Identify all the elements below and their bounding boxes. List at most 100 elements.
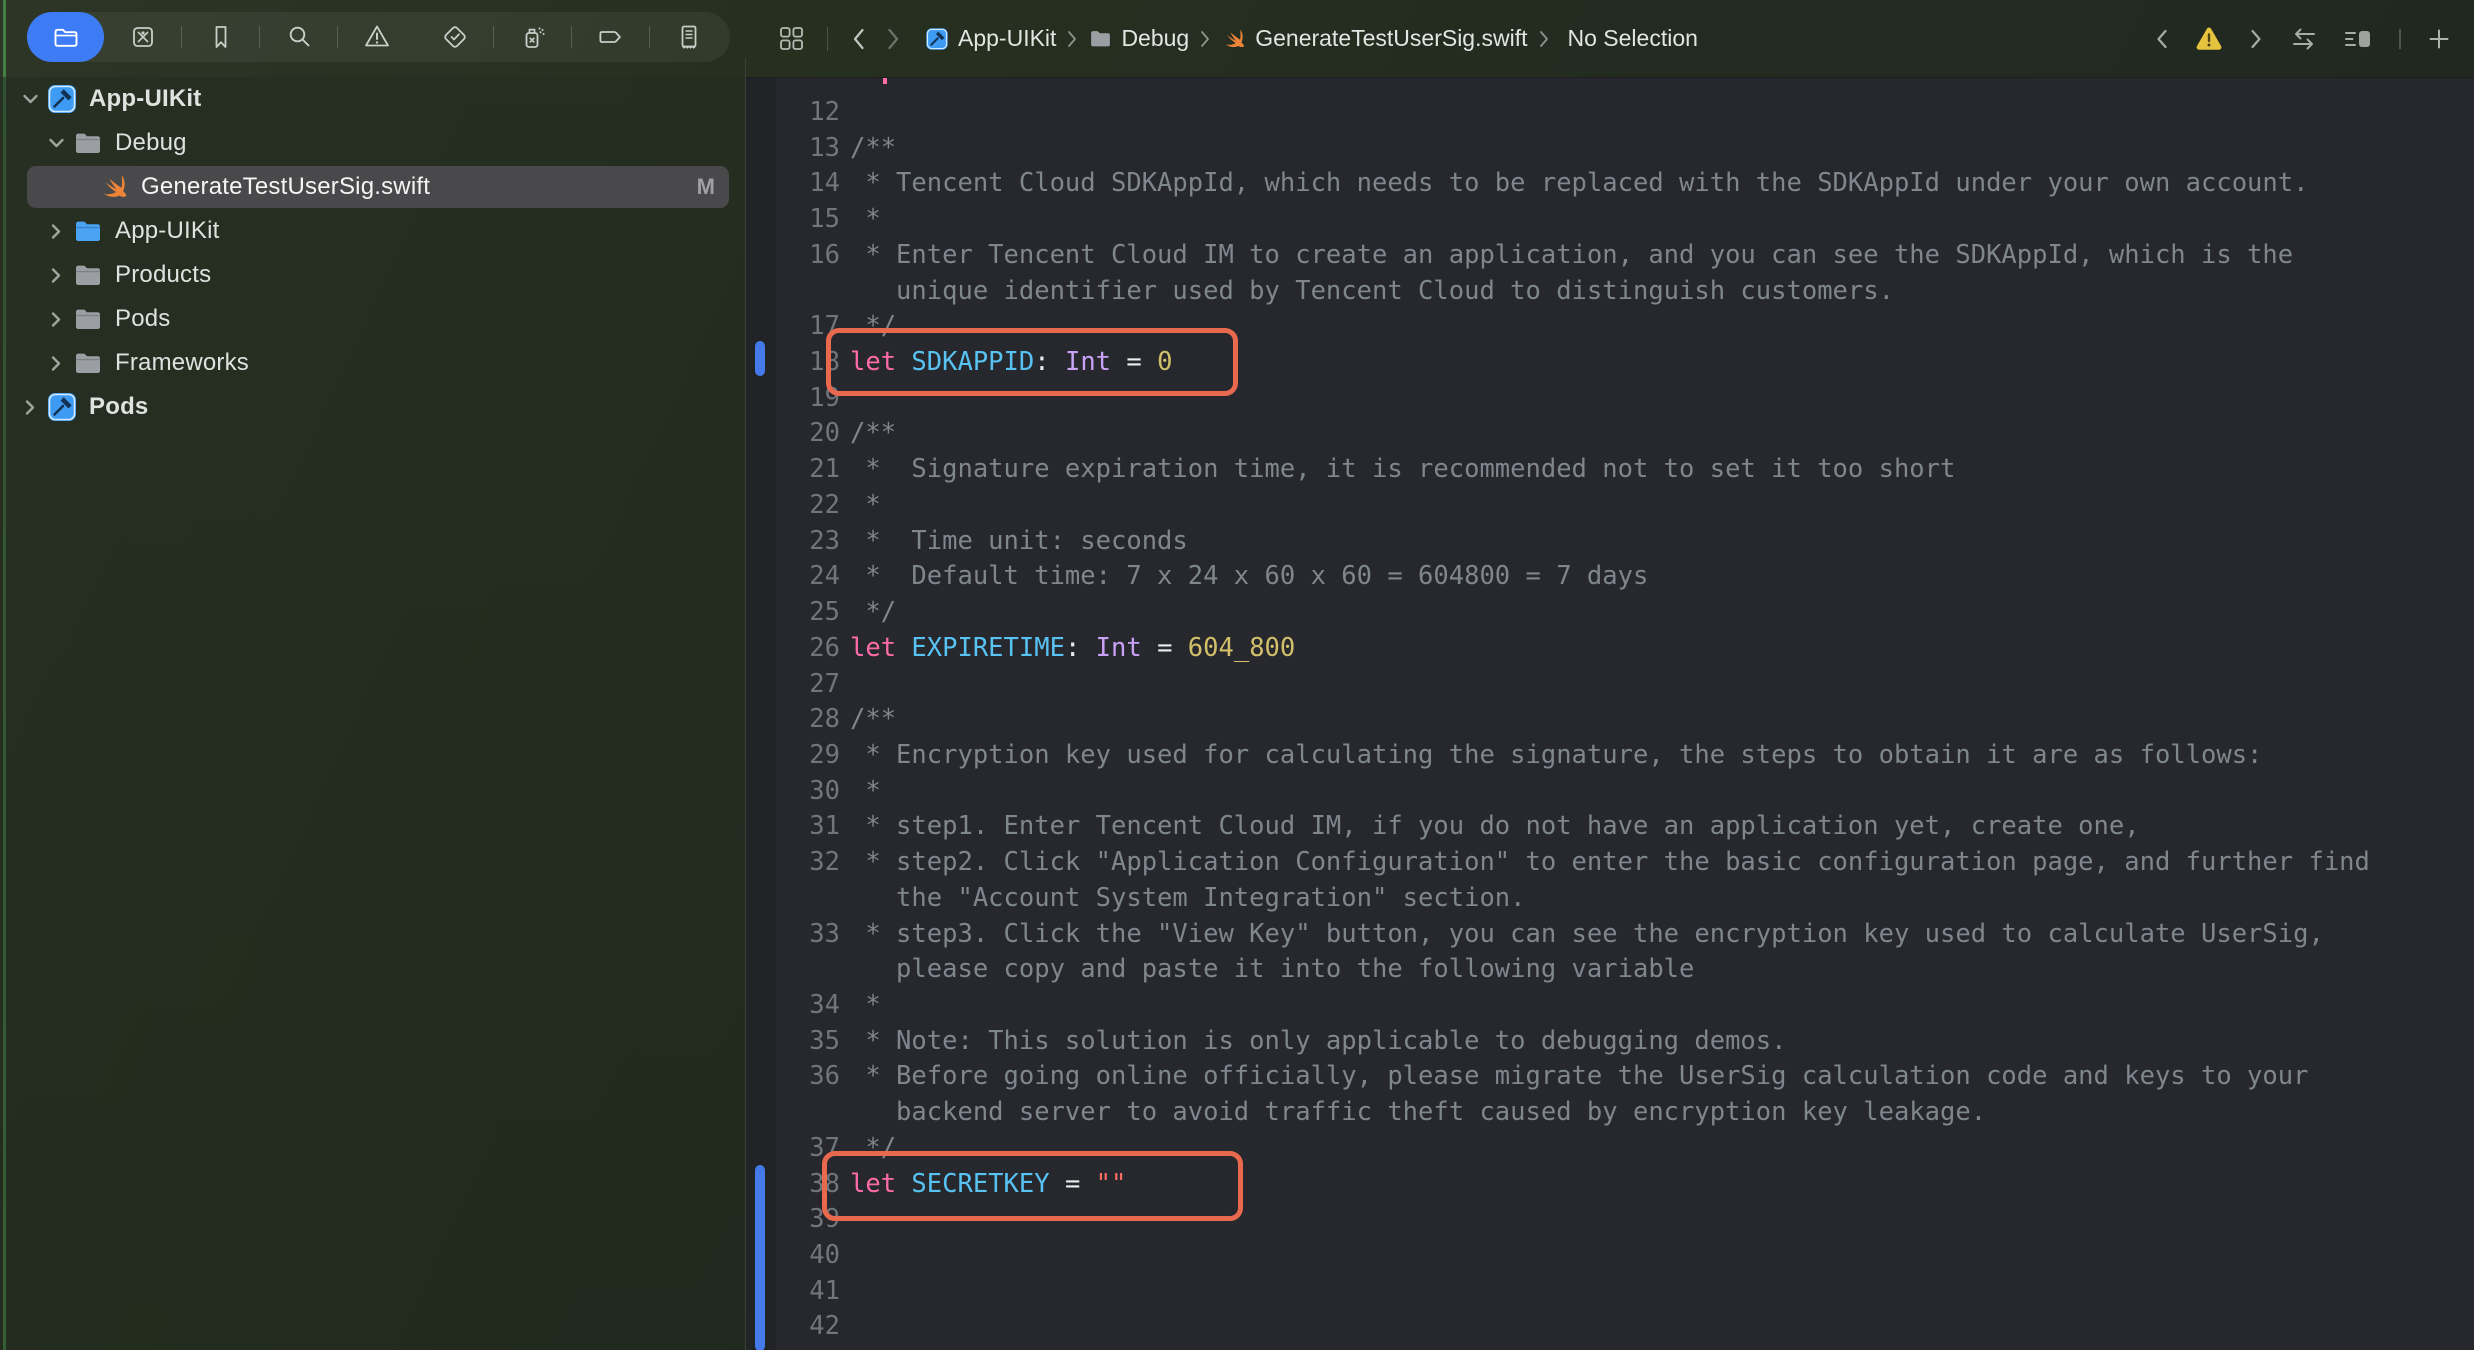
breakpoints-navigator-tag-icon[interactable] bbox=[572, 12, 650, 62]
sidebar-item-pods[interactable]: Pods bbox=[0, 297, 745, 341]
breadcrumb-item-no-selection[interactable]: No Selection bbox=[1560, 25, 1698, 52]
code-line-29: 29 * Encryption key used for calculating… bbox=[746, 737, 2474, 773]
related-items-grid-icon[interactable] bbox=[772, 25, 811, 52]
next-issue-icon[interactable] bbox=[2240, 27, 2272, 51]
editor-options-icon[interactable] bbox=[2336, 25, 2380, 53]
code-line-32: 32 * step2. Click "Application Configura… bbox=[746, 844, 2474, 880]
folder-gray-icon bbox=[71, 258, 105, 292]
sidebar-item-products[interactable]: Products bbox=[0, 253, 745, 297]
code-text: * step2. Click "Application Configuratio… bbox=[850, 844, 2370, 880]
project-navigator-tree: App-UIKit Debug GenerateTestUserSig.swiftM… bbox=[0, 77, 745, 1350]
tree-item-label: Debug bbox=[115, 129, 187, 157]
tree-item-label: GenerateTestUserSig.swift bbox=[141, 173, 430, 201]
chevron-right-icon[interactable] bbox=[46, 267, 66, 284]
code-text: * Encryption key used for calculating th… bbox=[850, 737, 2262, 773]
code-text: * Note: This solution is only applicable… bbox=[850, 1023, 1787, 1059]
mini-folder-icon bbox=[1088, 26, 1113, 51]
tree-item-label: App-UIKit bbox=[89, 85, 201, 113]
code-text: * Enter Tencent Cloud IM to create an ap… bbox=[850, 237, 2293, 273]
code-text: /** bbox=[850, 415, 896, 451]
breadcrumb: App-UIKit Debug GenerateTestUserSig.swift N… bbox=[924, 25, 1698, 52]
issue-warning-icon[interactable] bbox=[2188, 25, 2230, 53]
debug-navigator-spray-icon[interactable] bbox=[494, 12, 572, 62]
code-text: * bbox=[850, 987, 881, 1023]
changes-navigator-changes-icon[interactable] bbox=[104, 12, 182, 62]
find-navigator-search-icon[interactable] bbox=[260, 12, 338, 62]
project-icon bbox=[45, 82, 79, 116]
line-number: 33 bbox=[774, 916, 840, 952]
code-text: /** bbox=[850, 701, 896, 737]
code-line-40: 40 bbox=[746, 1237, 2474, 1273]
code-line-26: 26let EXPIRETIME: Int = 604_800 bbox=[746, 630, 2474, 666]
bookmarks-navigator-bookmark-icon[interactable] bbox=[182, 12, 260, 62]
code-text: * Before going online officially, please… bbox=[850, 1058, 2308, 1094]
tree-item-label: App-UIKit bbox=[115, 217, 220, 245]
line-number: 40 bbox=[774, 1237, 840, 1273]
chevron-right-icon[interactable] bbox=[20, 399, 40, 416]
tests-navigator-test-icon[interactable] bbox=[416, 12, 494, 62]
chevron-right-icon[interactable] bbox=[46, 311, 66, 328]
sidebar-item-app-uikit[interactable]: App-UIKit bbox=[0, 77, 745, 121]
chevron-right-icon[interactable] bbox=[46, 355, 66, 372]
code-line-41: 41 bbox=[746, 1273, 2474, 1309]
breadcrumb-item-debug[interactable]: Debug bbox=[1088, 25, 1189, 52]
line-number: 15 bbox=[774, 201, 840, 237]
go-forward-icon[interactable] bbox=[876, 26, 910, 52]
mini-swift-icon bbox=[1221, 26, 1247, 52]
code-line-15: 15 * bbox=[746, 201, 2474, 237]
project-navigator-folder-icon[interactable] bbox=[27, 12, 104, 62]
sidebar-item-app-uikit[interactable]: App-UIKit bbox=[0, 209, 745, 253]
code-line-25: 25 */ bbox=[746, 594, 2474, 630]
annotation-box-sdkappid bbox=[826, 328, 1238, 396]
add-editor-icon[interactable] bbox=[2420, 26, 2458, 52]
line-number: 29 bbox=[774, 737, 840, 773]
sidebar-item-generatetestusersig-swift[interactable]: GenerateTestUserSig.swiftM bbox=[0, 165, 745, 209]
swift-icon bbox=[97, 170, 131, 204]
code-line-30: 30 * bbox=[746, 773, 2474, 809]
line-number: 12 bbox=[774, 94, 840, 130]
chevron-right-icon[interactable] bbox=[46, 223, 66, 240]
line-number: 35 bbox=[774, 1023, 840, 1059]
code-text: */ bbox=[850, 594, 896, 630]
sidebar-item-pods[interactable]: Pods bbox=[0, 385, 745, 429]
line-number: 24 bbox=[774, 558, 840, 594]
sidebar-item-frameworks[interactable]: Frameworks bbox=[0, 341, 745, 385]
line-number: 32 bbox=[774, 844, 840, 880]
reports-navigator-report-icon[interactable] bbox=[650, 12, 728, 62]
code-text: * Tencent Cloud SDKAppId, which needs to… bbox=[850, 165, 2308, 201]
line-number: 21 bbox=[774, 451, 840, 487]
sidebar-item-debug[interactable]: Debug bbox=[0, 121, 745, 165]
code-editor-surface[interactable]: 1213/**14 * Tencent Cloud SDKAppId, whic… bbox=[746, 77, 2474, 1350]
line-number: 25 bbox=[774, 594, 840, 630]
chevron-down-icon[interactable] bbox=[20, 93, 40, 105]
swap-file-icon[interactable] bbox=[2282, 24, 2326, 54]
breadcrumb-item-app-uikit[interactable]: App-UIKit bbox=[924, 25, 1056, 52]
chevron-down-icon[interactable] bbox=[46, 137, 66, 149]
go-back-icon[interactable] bbox=[842, 26, 876, 52]
line-number: 14 bbox=[774, 165, 840, 201]
code-line-34: 34 * bbox=[746, 987, 2474, 1023]
navigator-bar bbox=[27, 12, 730, 62]
code-line-27: 27 bbox=[746, 666, 2474, 702]
code-line-23: 23 * Time unit: seconds bbox=[746, 523, 2474, 559]
code-text: please copy and paste it into the follow… bbox=[850, 951, 1694, 987]
issues-navigator-warning-icon[interactable] bbox=[338, 12, 416, 62]
previous-issue-icon[interactable] bbox=[2146, 27, 2178, 51]
code-text: * step3. Click the "View Key" button, yo… bbox=[850, 916, 2324, 952]
line-number: 16 bbox=[774, 237, 840, 273]
line-number: 27 bbox=[774, 666, 840, 702]
code-line-35: 35 * Note: This solution is only applica… bbox=[746, 1023, 2474, 1059]
source-editor: App-UIKit Debug GenerateTestUserSig.swift N… bbox=[746, 0, 2474, 1350]
folder-blue-icon bbox=[71, 214, 105, 248]
code-line-wrap: backend server to avoid traffic theft ca… bbox=[746, 1094, 2474, 1130]
folder-gray-icon bbox=[71, 346, 105, 380]
mini-project-icon bbox=[924, 26, 950, 52]
tree-item-label: Pods bbox=[89, 393, 148, 421]
code-text: let EXPIRETIME: Int = 604_800 bbox=[850, 630, 1295, 666]
code-line-36: 36 * Before going online officially, ple… bbox=[746, 1058, 2474, 1094]
code-line-wrap: the "Account System Integration" section… bbox=[746, 880, 2474, 916]
code-line-24: 24 * Default time: 7 x 24 x 60 x 60 = 60… bbox=[746, 558, 2474, 594]
breadcrumb-item-generatetestusersig-swift[interactable]: GenerateTestUserSig.swift bbox=[1221, 25, 1527, 52]
code-text: * step1. Enter Tencent Cloud IM, if you … bbox=[850, 808, 2140, 844]
line-number: 28 bbox=[774, 701, 840, 737]
